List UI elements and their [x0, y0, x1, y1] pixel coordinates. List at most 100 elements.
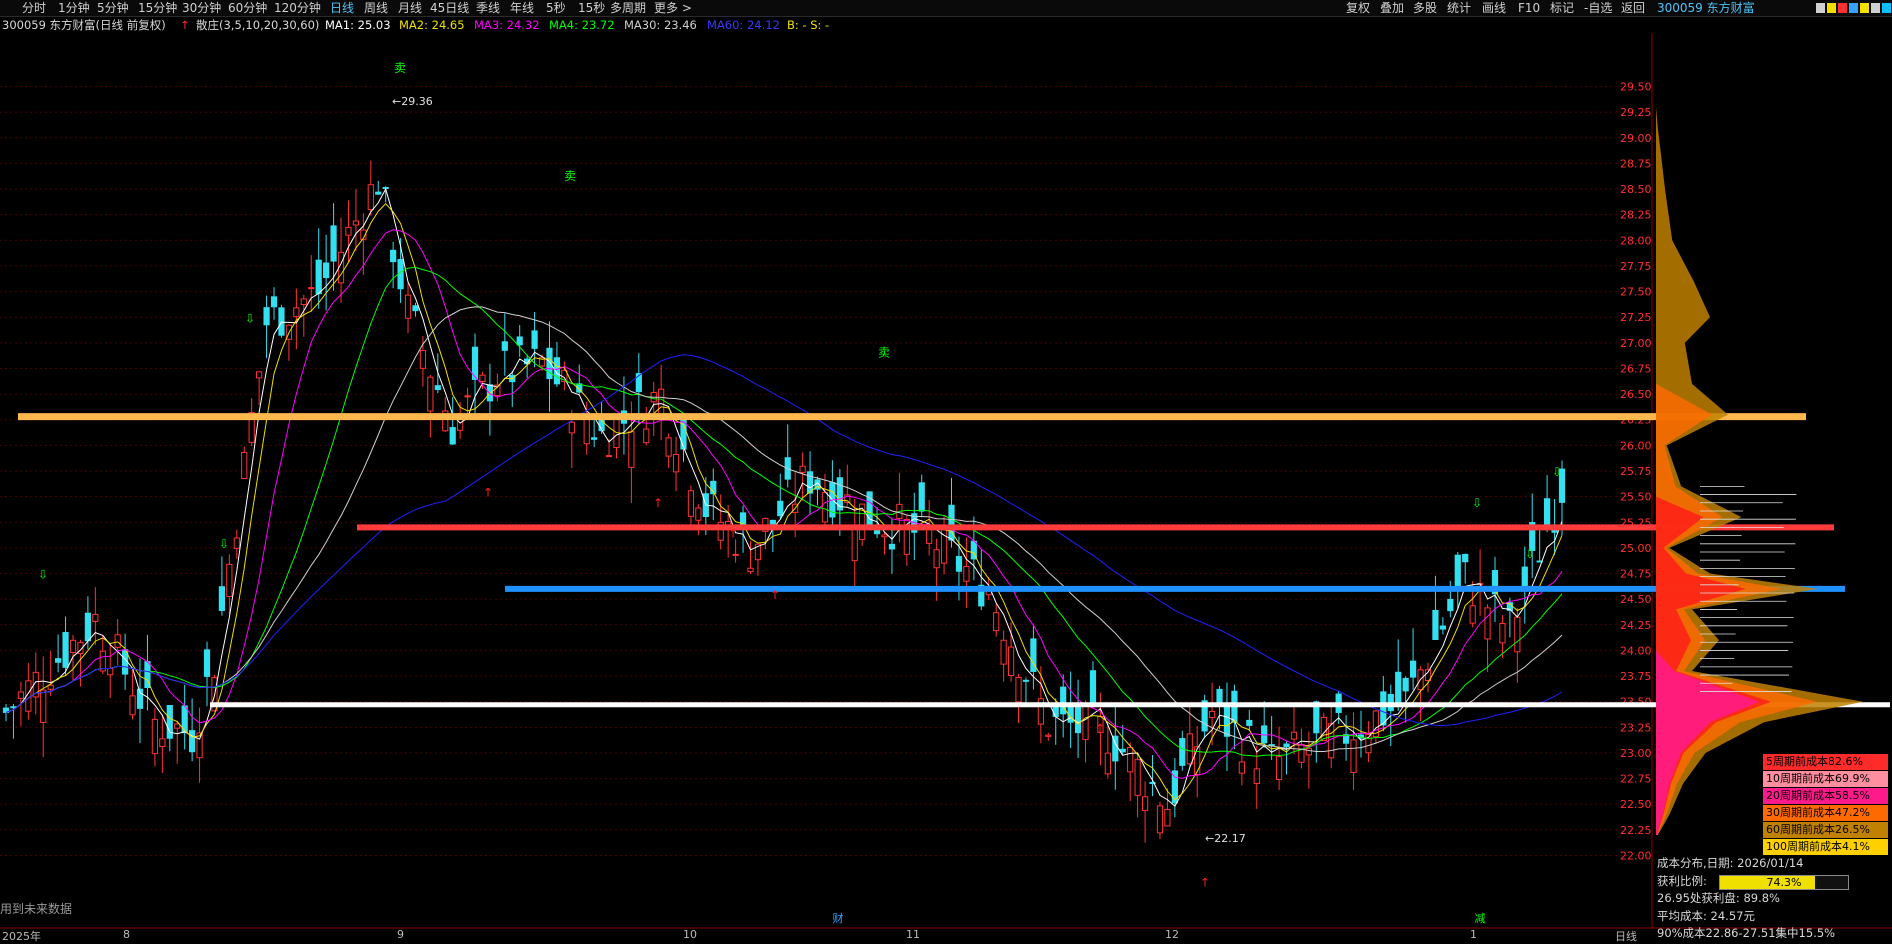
period-tab[interactable]: 多周期 — [610, 0, 646, 16]
candle-body — [851, 525, 858, 562]
time-axis-tick: 日线 — [1615, 930, 1637, 943]
candle-body — [769, 519, 776, 525]
period-tab[interactable]: 季线 — [476, 0, 500, 16]
candle-body — [777, 500, 784, 517]
period-tab[interactable]: 15秒 — [578, 0, 605, 16]
down-arrow-icon: ⇩ — [245, 311, 255, 325]
candle-body — [591, 437, 598, 440]
period-tab[interactable]: 120分钟 — [274, 0, 321, 16]
period-tab[interactable]: 5分钟 — [97, 0, 129, 16]
ma-line-ma3 — [5, 229, 1563, 779]
period-tab[interactable]: 周线 — [364, 0, 388, 16]
candle-body — [1253, 768, 1260, 784]
candle-body — [159, 738, 166, 747]
down-arrow-icon: ⇩ — [219, 537, 229, 551]
candle-body — [323, 262, 330, 279]
period-tab[interactable]: 5秒 — [546, 0, 566, 16]
stock-title: 300059 东方财富(日线 前复权) — [2, 18, 166, 32]
candle-body — [1186, 733, 1193, 765]
buy-arrow-icon: ↑ — [1200, 875, 1210, 889]
toolbar-button[interactable]: -自选 — [1584, 0, 1612, 16]
toolbar-button[interactable]: 画线 — [1482, 0, 1506, 16]
candle-body — [993, 612, 1000, 632]
candle-body — [449, 427, 456, 445]
candle-body — [203, 649, 211, 677]
candle-body — [1275, 756, 1283, 780]
period-tab[interactable]: 60分钟 — [228, 0, 267, 16]
price-tick-label: 26.50 — [1620, 388, 1652, 401]
candle-body — [367, 184, 374, 211]
period-tab[interactable]: 更多 > — [654, 0, 692, 16]
alert-icon[interactable] — [1871, 3, 1880, 13]
candle-body — [531, 330, 538, 349]
bs-signal: B: - S: - — [787, 18, 830, 32]
price-tick-label: 25.75 — [1620, 465, 1652, 478]
candle-body — [799, 465, 806, 473]
layout-icon[interactable] — [1849, 3, 1858, 13]
candle-body — [99, 650, 106, 672]
time-axis-tick: 1 — [1470, 928, 1477, 941]
period-tab[interactable]: 月线 — [398, 0, 422, 16]
candle-body — [747, 567, 754, 573]
reduce-signal-label: 减 — [1475, 912, 1486, 925]
ma-line-ma2 — [5, 202, 1563, 801]
candle-body — [658, 388, 665, 416]
candle-body — [17, 691, 24, 699]
candle-body — [926, 528, 933, 544]
toolbar-button[interactable]: 叠加 — [1380, 0, 1404, 16]
profit-at-price: 26.95处获利盘: 89.8% — [1657, 891, 1780, 905]
toolbar-button[interactable]: 复权 — [1346, 0, 1370, 16]
candle-body — [1015, 677, 1022, 703]
refresh-icon[interactable] — [1882, 3, 1891, 13]
candlestick-chart[interactable]: 29.50 29.25 29.00 28.75 28.50 28.25 28.00 27.75… — [0, 33, 1892, 939]
period-tab[interactable]: 15分钟 — [138, 0, 177, 16]
price-tick-label: 29.25 — [1620, 106, 1652, 119]
candle-body — [330, 225, 337, 262]
period-tab[interactable]: 45日线 — [430, 0, 469, 16]
candle-body — [955, 556, 963, 572]
period-tab[interactable]: 1分钟 — [58, 0, 90, 16]
down-arrow-icon: ⇩ — [1472, 496, 1482, 510]
flag-icon[interactable] — [1860, 3, 1869, 13]
toolbar-button[interactable]: 返回 — [1621, 0, 1645, 16]
period-tab[interactable]: 分时 — [22, 0, 46, 16]
future-data-note: 用到未来数据 — [0, 902, 73, 916]
cost-legend-item: 10周期前成本69.9% — [1763, 771, 1888, 787]
toolbar-button[interactable]: 标记 — [1550, 0, 1574, 16]
price-tick-label: 23.75 — [1620, 670, 1652, 683]
low-price-label: ←22.17 — [1205, 832, 1246, 845]
toolbar: 分时 1分钟 5分钟 15分钟 30分钟 60分钟 120分钟 日线 周线 月线 45日线 季线 年线 5… — [0, 0, 1892, 17]
ma2-value: MA2: 24.65 — [399, 18, 465, 32]
candle-body — [308, 287, 315, 290]
price-tick-label: 22.25 — [1620, 824, 1652, 837]
cost-distribution-info: 成本分布,日期: 2026/01/14 获利比例: 74.3% 26.95处获利… — [1657, 855, 1849, 943]
toolbar-button[interactable]: 统计 — [1447, 0, 1471, 16]
candle-body — [107, 667, 114, 676]
tool-icon[interactable] — [1838, 3, 1847, 13]
ma60-value: MA60: 24.12 — [707, 18, 780, 32]
window-icon[interactable] — [1816, 3, 1825, 13]
sell-signal-label: 卖 — [564, 169, 576, 183]
price-tick-label: 27.25 — [1620, 311, 1652, 324]
candle-body — [375, 191, 382, 195]
candle-body — [1514, 616, 1521, 653]
candle-body — [218, 586, 226, 611]
time-axis-tick: 12 — [1165, 928, 1179, 941]
candle-body — [256, 371, 263, 379]
price-tick-label: 28.25 — [1620, 209, 1652, 222]
period-tab[interactable]: 日线 — [330, 0, 354, 16]
menu-icon[interactable] — [1827, 3, 1836, 13]
buy-arrow-icon: ↑ — [653, 496, 663, 510]
candle-body — [1298, 744, 1305, 763]
toolbar-button[interactable]: F10 — [1518, 0, 1540, 16]
candle-body — [1216, 688, 1223, 704]
candle-body — [1484, 607, 1491, 640]
toolbar-button[interactable]: 多股 — [1413, 0, 1437, 16]
period-tab[interactable]: 30分钟 — [182, 0, 221, 16]
down-arrow-icon: ⇩ — [1552, 465, 1562, 479]
candle-body — [84, 612, 92, 642]
period-tab[interactable]: 年线 — [510, 0, 534, 16]
banker-indicator[interactable]: 散庄(3,5,10,20,30,60) — [196, 17, 319, 33]
cost-title: 成本分布,日期: 2026/01/14 — [1657, 856, 1804, 870]
buy-arrow-icon: ↑ — [728, 527, 738, 541]
